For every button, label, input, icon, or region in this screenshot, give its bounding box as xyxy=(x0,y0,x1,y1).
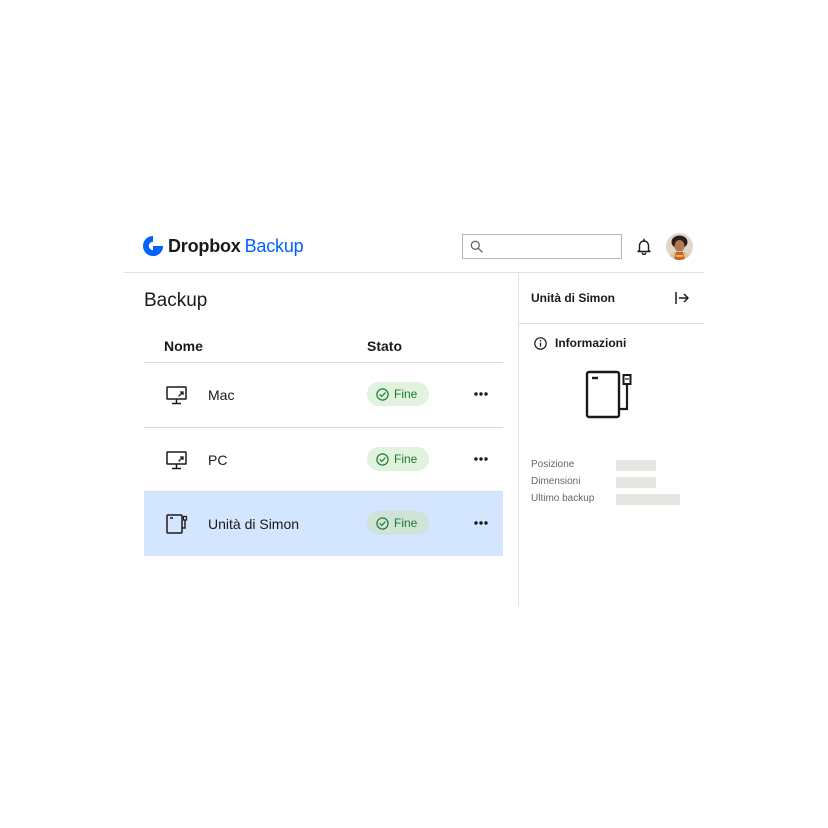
status-badge: Fine xyxy=(367,447,429,471)
brand-name: Dropbox xyxy=(168,236,241,256)
ellipsis-icon xyxy=(474,457,488,461)
backup-name: PC xyxy=(208,452,228,468)
backup-row-pc[interactable]: PC Fine xyxy=(144,428,503,492)
backup-row-simon-drive[interactable]: Unità di Simon Fine xyxy=(144,492,503,556)
info-section-label: Informazioni xyxy=(555,336,627,350)
dropbox-logo-icon xyxy=(143,236,163,256)
column-header-name[interactable]: Nome xyxy=(164,338,203,354)
field-label-size: Dimensioni xyxy=(531,476,581,487)
field-value-placeholder xyxy=(616,494,680,505)
header-divider xyxy=(124,272,704,273)
ellipsis-icon xyxy=(474,392,488,396)
field-value-placeholder xyxy=(616,477,656,488)
product-name: Backup xyxy=(244,236,304,256)
check-circle-icon xyxy=(376,387,389,401)
collapse-panel-icon[interactable] xyxy=(674,290,690,306)
field-label-last-backup: Ultimo backup xyxy=(531,493,595,504)
status-badge: Fine xyxy=(367,511,429,535)
more-options-button[interactable] xyxy=(471,385,491,403)
check-circle-icon xyxy=(376,452,389,466)
backup-name: Mac xyxy=(208,387,235,403)
status-text: Fine xyxy=(394,387,418,401)
dropbox-backup-logo[interactable]: Dropbox Backup xyxy=(143,235,304,257)
status-badge: Fine xyxy=(367,382,429,406)
user-avatar[interactable] xyxy=(666,233,693,260)
panel-header-divider xyxy=(519,323,704,324)
check-circle-icon xyxy=(376,516,389,530)
info-section-header: Informazioni xyxy=(534,336,626,350)
search-icon xyxy=(470,240,483,253)
info-icon xyxy=(534,336,547,350)
external-drive-icon xyxy=(166,514,188,534)
search-box[interactable] xyxy=(462,234,622,259)
more-options-button[interactable] xyxy=(471,514,491,532)
field-value-placeholder xyxy=(616,460,656,471)
panel-title: Unità di Simon xyxy=(531,291,615,305)
bell-icon[interactable] xyxy=(636,238,652,255)
page-title: Backup xyxy=(144,290,208,311)
external-drive-icon xyxy=(585,370,632,419)
status-text: Fine xyxy=(394,452,418,466)
more-options-button[interactable] xyxy=(471,450,491,468)
field-label-position: Posizione xyxy=(531,459,575,470)
avatar-photo xyxy=(666,233,693,260)
computer-backup-icon xyxy=(166,386,187,405)
column-header-status[interactable]: Stato xyxy=(367,338,402,354)
backup-row-mac[interactable]: Mac Fine xyxy=(144,363,503,428)
search-input[interactable] xyxy=(487,237,615,256)
status-text: Fine xyxy=(394,516,418,530)
backup-name: Unità di Simon xyxy=(208,516,300,532)
computer-backup-icon xyxy=(166,451,187,470)
ellipsis-icon xyxy=(474,521,488,525)
